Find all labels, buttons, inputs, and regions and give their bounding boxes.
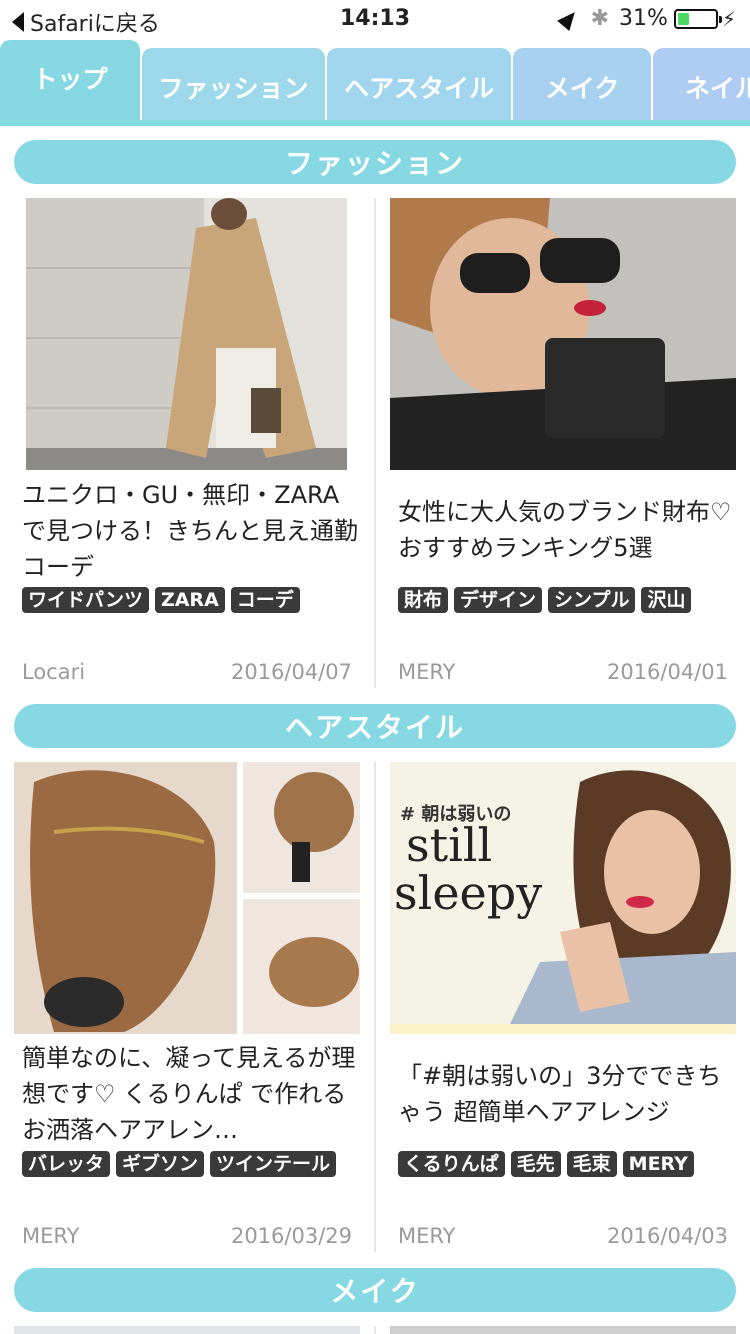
section-header-fashion[interactable]: ファッション [14,140,736,184]
tag[interactable]: バレッタ [22,1151,111,1177]
status-bar: Safariに戻る 14:13 ✱ 31% ⚡ [0,0,750,40]
bluetooth-icon: ✱ [590,6,610,31]
tag[interactable]: ツインテール [210,1151,337,1177]
article-title: 「#朝は弱いの」3分でできちゃう 超簡単ヘアアレンジ [398,1062,722,1126]
article-date: 2016/04/07 [230,660,352,684]
tag[interactable]: MERY [622,1151,694,1177]
article-title: 簡単なのに、凝って見えるが理想です♡ くるりんぱ で作れるお洒落ヘアアレン… [22,1044,356,1144]
column-divider [374,1326,376,1334]
category-tab-bar: トップ ファッション ヘアスタイル メイク ネイル [0,40,750,126]
article-thumbnail [26,198,347,470]
status-right: ✱ 31% ⚡ [556,6,736,31]
tag[interactable]: 財布 [398,587,449,613]
article-thumbnail[interactable] [14,1326,360,1334]
image-text-line2: sleepy [394,866,543,920]
article-thumbnail: # 朝は弱いの still sleepy [390,762,736,1034]
tag[interactable]: シンプル [548,587,636,613]
tag-list: 財布 デザイン シンプル 沢山 [398,587,692,613]
tag[interactable]: くるりんぱ [398,1151,505,1177]
tag[interactable]: ワイドパンツ [22,587,149,613]
tag-list: バレッタ ギブソン ツインテール [22,1151,337,1177]
article-date: 2016/04/03 [606,1224,728,1248]
location-arrow-icon [556,6,581,31]
tag[interactable]: ギブソン [116,1151,205,1177]
article-source: MERY [22,1224,80,1248]
article-source: Locari [22,660,86,684]
column-divider [374,198,376,688]
battery-icon [673,8,722,29]
tag[interactable]: コーデ [230,587,300,613]
article-title: ユニクロ・GU・無印・ZARAで見つける！きちんと見え通勤コーデ [22,481,358,581]
tab-top[interactable]: トップ [0,40,140,126]
article-source: MERY [398,1224,456,1248]
tag[interactable]: 毛先 [510,1151,561,1177]
battery-percent: 31% [619,6,668,31]
tag[interactable]: 毛束 [566,1151,617,1177]
tab-hairstyle[interactable]: ヘアスタイル [327,48,511,126]
tag[interactable]: デザイン [454,587,543,613]
tag-list: ワイドパンツ ZARA コーデ [22,587,300,613]
charging-bolt-icon: ⚡ [721,6,736,31]
tag[interactable]: ZARA [154,587,225,613]
article-title: 女性に大人気のブランド財布♡おすすめランキング5選 [398,498,732,562]
tag[interactable]: 沢山 [641,587,692,613]
article-thumbnail [390,198,736,470]
tab-nail[interactable]: ネイル [653,48,750,126]
section-header-hairstyle[interactable]: ヘアスタイル [14,704,736,748]
column-divider [374,762,376,1252]
article-date: 2016/03/29 [230,1224,352,1248]
article-thumbnail [14,762,360,1034]
battery-fill [677,12,690,25]
article-source: MERY [398,660,456,684]
article-date: 2016/04/01 [606,660,728,684]
tag-list: くるりんぱ 毛先 毛束 MERY [398,1151,694,1177]
tab-makeup[interactable]: メイク [513,48,651,126]
section-header-makeup[interactable]: メイク [14,1268,736,1312]
tab-fashion[interactable]: ファッション [142,48,325,126]
article-thumbnail[interactable] [390,1326,736,1334]
image-text-line1: still [406,818,493,872]
